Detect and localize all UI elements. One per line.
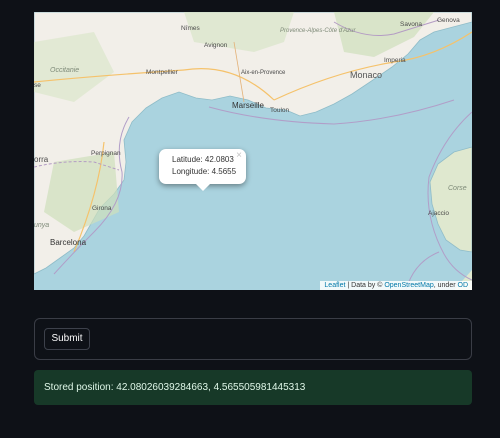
map-label-savona: Savona: [400, 21, 422, 28]
leaflet-link[interactable]: Leaflet: [324, 282, 345, 289]
map-label-genova: Genova: [437, 17, 460, 24]
map-label-edge-orra: orra: [34, 155, 49, 164]
popup-longitude: Longitude: 4.5655: [172, 167, 237, 176]
map-label-montpellier: Montpellier: [146, 69, 179, 76]
map-label-girona: Girona: [92, 205, 112, 212]
map-label-ajaccio: Ajaccio: [428, 210, 449, 217]
submit-button[interactable]: Submit: [44, 328, 90, 350]
map-label-corse: Corse: [448, 185, 467, 192]
map-label-occitanie: Occitanie: [50, 67, 79, 74]
map-label-imperia: Imperia: [384, 57, 406, 64]
map-popup: × Latitude: 42.0803 Longitude: 4.5655: [159, 149, 246, 191]
map-label-toulon: Toulon: [270, 107, 290, 114]
map-label-nimes: Nîmes: [181, 25, 201, 32]
map-label-aix: Aix-en-Provence: [241, 70, 286, 76]
map-label-perpignan: Perpignan: [91, 150, 121, 157]
form-container: Submit: [34, 318, 472, 360]
map-label-paca: Provence-Alpes-Côte d'Azur: [280, 28, 357, 34]
map-label-barcelona: Barcelona: [50, 238, 87, 247]
status-message: Stored position: 42.08026039284663, 4.56…: [34, 370, 472, 405]
osm-link[interactable]: OpenStreetMap: [384, 282, 433, 289]
map-label-edge-se: se: [34, 82, 41, 89]
map-label-avignon: Avignon: [204, 42, 228, 49]
map-label-marseille: Marseille: [232, 101, 265, 110]
map-label-monaco: Monaco: [350, 70, 382, 80]
map-attribution: Leaflet | Data by © OpenStreetMap, under…: [320, 281, 472, 290]
attribution-under: , under: [433, 282, 458, 289]
popup-close-icon[interactable]: ×: [236, 150, 242, 162]
map-label-edge-unya: unya: [34, 222, 49, 229]
odbl-link[interactable]: OD: [458, 282, 469, 289]
map[interactable]: Savona Genova Imperia Monaco Nîmes Avign…: [34, 12, 472, 290]
map-tiles[interactable]: Savona Genova Imperia Monaco Nîmes Avign…: [34, 12, 472, 290]
popup-latitude: Latitude: 42.0803: [172, 155, 234, 164]
attribution-sep: | Data by ©: [345, 282, 385, 289]
